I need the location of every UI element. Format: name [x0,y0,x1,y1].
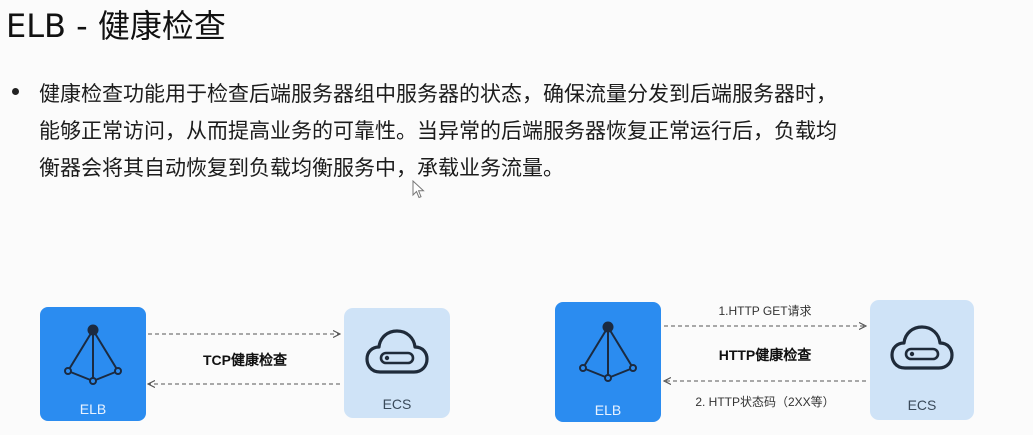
ecs-label: ECS [382,396,412,412]
slide: ELB - 健康检查 健康检查功能用于检查后端服务器组中服务器的状态，确保流量分… [0,0,1033,435]
bullet-line-3: 衡器会将其自动恢复到负载均衡服务中，承载业务流量。 [39,156,564,180]
cloud-server-icon [365,329,429,374]
bullet-dot [12,88,19,95]
bullet-line-1: 健康检查功能用于检查后端服务器组中服务器的状态，确保流量分发到后端服务器时， [39,82,837,106]
mouse-cursor-icon [412,180,425,199]
bullet-text: 健康检查功能用于检查后端服务器组中服务器的状态，确保流量分发到后端服务器时， 能… [39,76,999,187]
elb-node-left: ELB [40,307,146,421]
load-balancer-icon [579,321,637,382]
ecs-label: ECS [907,397,937,413]
cloud-server-icon [890,325,954,370]
elb-label: ELB [79,401,107,417]
tcp-health-check-label: TCP健康检查 [203,352,287,368]
http-get-request-label: 1.HTTP GET请求 [718,304,812,318]
http-health-check-label: HTTP健康检查 [718,347,812,363]
ecs-node-left: ECS [344,308,450,418]
load-balancer-icon [64,324,122,385]
ecs-node-right: ECS [870,300,974,420]
page-title: ELB - 健康检查 [6,7,226,45]
http-status-code-label: 2. HTTP状态码（2XX等） [695,395,835,409]
bullet-line-2: 能够正常访问，从而提高业务的可靠性。当异常的后端服务器恢复正常运行后，负载均 [39,119,837,143]
elb-node-right: ELB [555,302,661,422]
elb-label: ELB [594,402,622,418]
